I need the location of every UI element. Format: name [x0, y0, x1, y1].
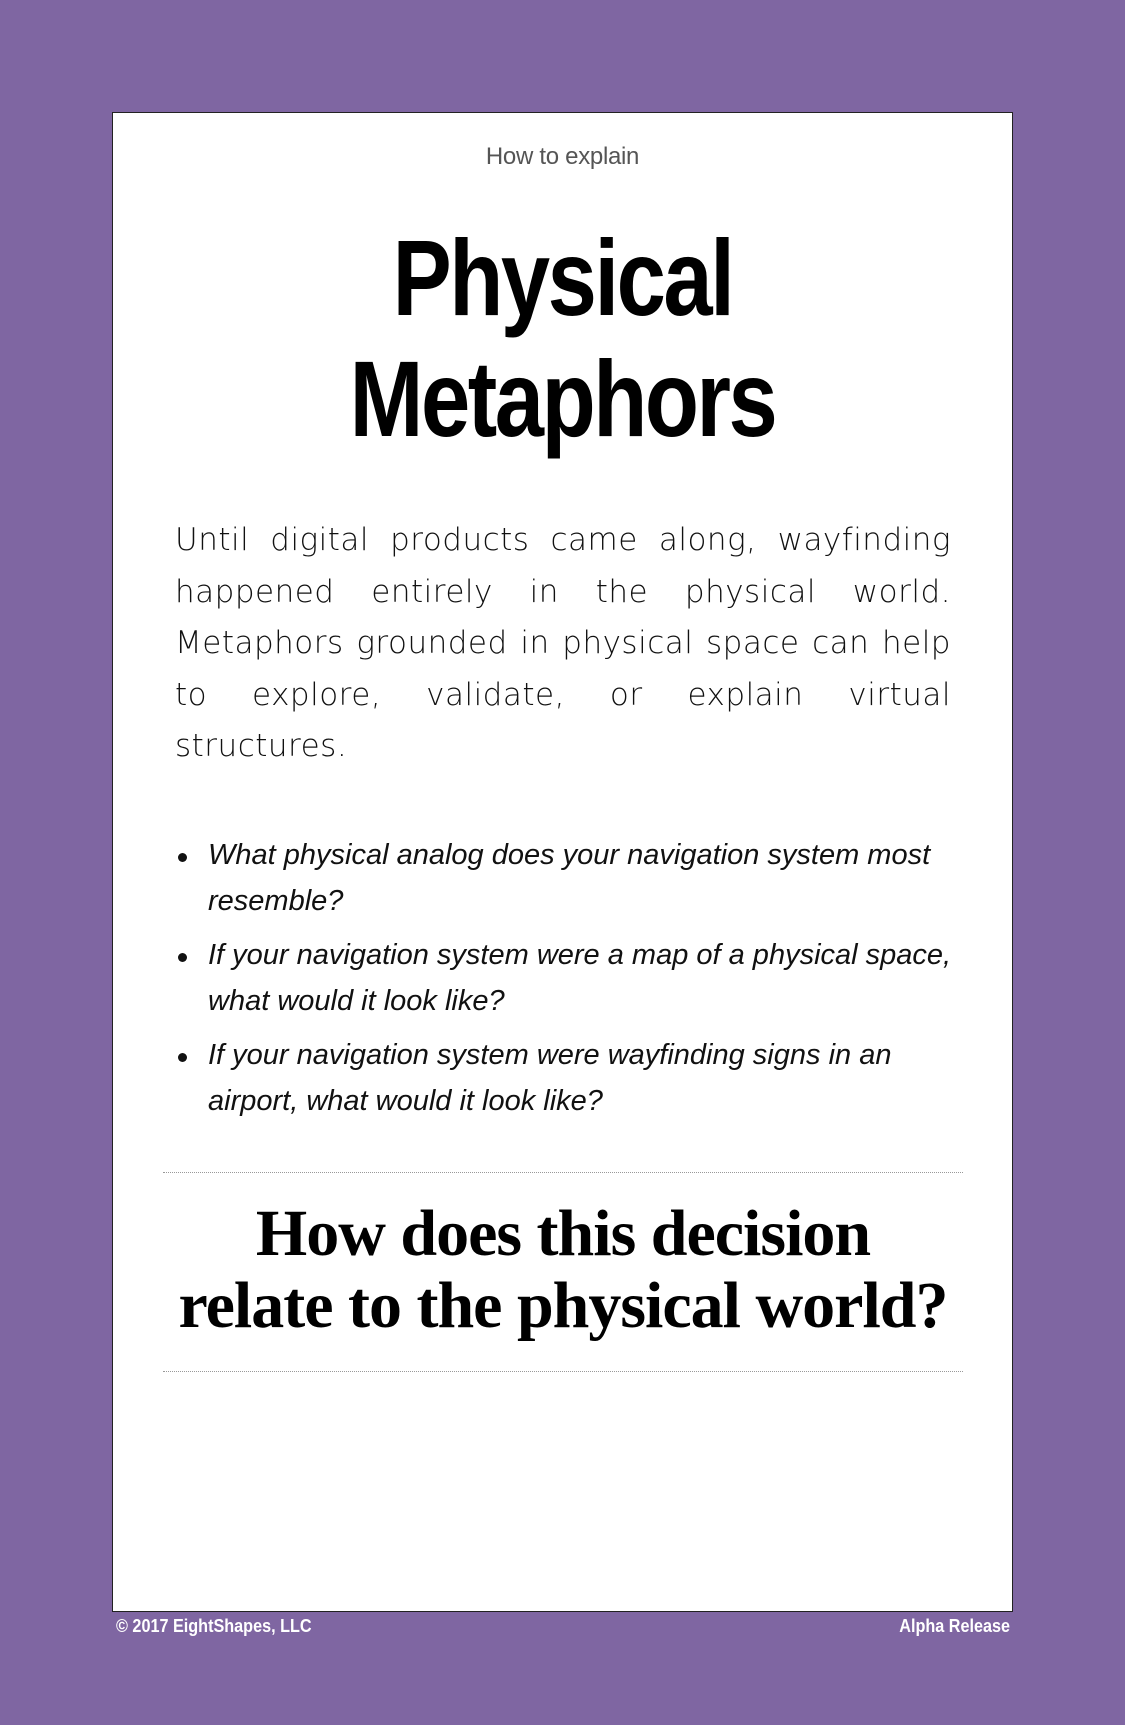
copyright-text: © 2017 EightShapes, LLC [116, 1616, 312, 1636]
card-title: Physical Metaphors [194, 217, 931, 459]
question-item: If your navigation system were wayfindin… [175, 1033, 965, 1124]
question-text: If your navigation system were wayfindin… [208, 1039, 892, 1117]
bullet-icon [178, 853, 187, 862]
decision-prompt-line-2: relate to the physical world? [178, 1269, 948, 1342]
release-label: Alpha Release [899, 1616, 1010, 1636]
question-item: What physical analog does your navigatio… [175, 833, 965, 924]
question-list: What physical analog does your navigatio… [175, 833, 965, 1133]
intro-paragraph: Until digital products came along, wayfi… [175, 522, 951, 764]
card-title-line-1: Physical [392, 217, 735, 338]
divider-top [163, 1172, 963, 1173]
decision-prompt-line-1: How does this decision [255, 1197, 871, 1270]
divider-bottom [163, 1371, 963, 1372]
question-item: If your navigation system were a map of … [175, 933, 965, 1024]
question-text: If your navigation system were a map of … [208, 939, 952, 1017]
bullet-icon [178, 953, 187, 962]
decision-prompt: How does this decision relate to the phy… [133, 1198, 993, 1342]
card-kicker: How to explain [485, 143, 640, 170]
bullet-icon [178, 1053, 187, 1062]
card-title-line-2: Metaphors [349, 338, 778, 459]
card: How to explain Physical Metaphors Until … [112, 112, 1013, 1612]
question-text: What physical analog does your navigatio… [208, 839, 931, 917]
